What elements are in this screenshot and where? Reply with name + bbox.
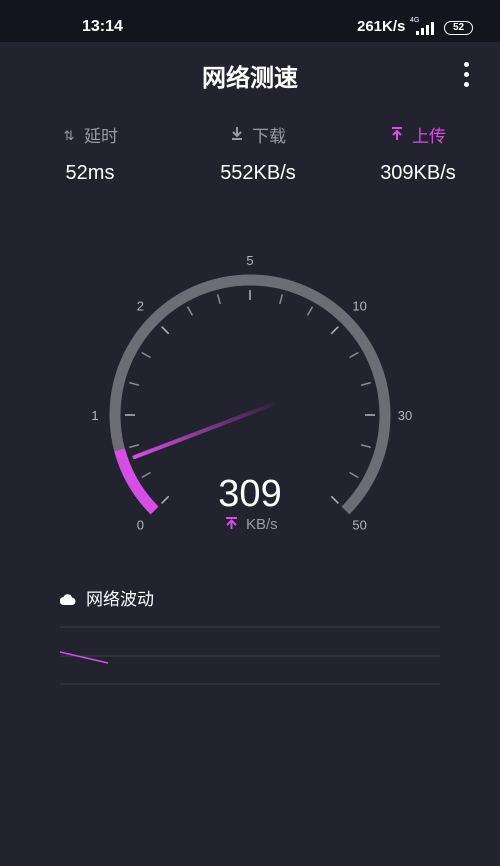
battery-icon: 52 [444,21,473,35]
more-dot-icon [464,82,469,87]
gauge-tick [129,444,140,449]
gauge-needle-line [132,402,276,460]
more-dot-icon [464,72,469,77]
latency-value: 52ms [65,162,115,184]
gauge-tick [330,326,339,335]
status-bar: 13:14 261K/s 4G 52 [0,0,500,42]
download-stat: 下载 552KB/s [178,124,338,185]
gauge-scale-label: 2 [137,298,144,313]
gauge-tick [141,471,151,479]
more-menu-button[interactable] [455,60,477,90]
gauge-progress-arc [114,448,159,515]
fluctuation-line [60,651,109,664]
gauge-scale-label: 50 [352,518,366,533]
upload-stat: 上传 309KB/s [338,124,498,185]
gauge-tick [360,444,371,449]
gauge-tick [279,294,284,305]
speed-gauge: 0 1 2 5 10 30 50 309 KB/s [91,253,412,533]
gauge-tick [349,471,359,479]
download-icon [230,124,244,150]
fluctuation-title: 网络波动 [86,590,154,610]
status-net-speed: 261K/s [357,18,406,35]
gauge-tick [330,495,339,504]
gauge-scale-label: 1 [91,408,98,423]
fluctuation-graph [60,626,440,685]
upload-label: 上传 [412,127,446,147]
gauge-unit: KB/s [246,516,278,533]
gauge-tick [161,326,170,335]
gauge-tick [129,381,140,386]
gauge-ticks [125,290,375,504]
download-label: 下载 [252,127,286,147]
gauge-scale-label: 5 [246,253,253,268]
more-dot-icon [464,62,469,67]
fluctuation-section: 网络波动 [59,586,440,685]
gauge-tick [306,306,314,316]
status-time: 13:14 [82,18,123,35]
page-title: 网络测速 [202,64,298,92]
gauge-tick [349,351,359,359]
gauge-tick [360,381,371,386]
cloud-icon [59,586,76,614]
gauge-needle [132,402,276,460]
gauge-tick [141,351,151,359]
signal-icon: 4G [410,17,438,35]
latency-label: 延时 [84,127,118,147]
gauge-unit-upload-icon [226,517,237,529]
latency-stat: ⇅ 延时 52ms [10,124,170,185]
download-value: 552KB/s [220,162,296,184]
upload-icon [390,124,404,150]
gauge-scale-label: 30 [398,408,412,423]
gauge-scale-label: 0 [137,518,144,533]
gauge-reading: 309 [218,473,281,515]
upload-value: 309KB/s [380,162,456,184]
gauge-tick [186,306,194,316]
gauge-scale-label: 10 [352,298,366,313]
latency-arrows-icon: ⇅ [63,129,75,144]
gauge-tick [216,294,221,305]
gauge-tick [161,495,170,504]
